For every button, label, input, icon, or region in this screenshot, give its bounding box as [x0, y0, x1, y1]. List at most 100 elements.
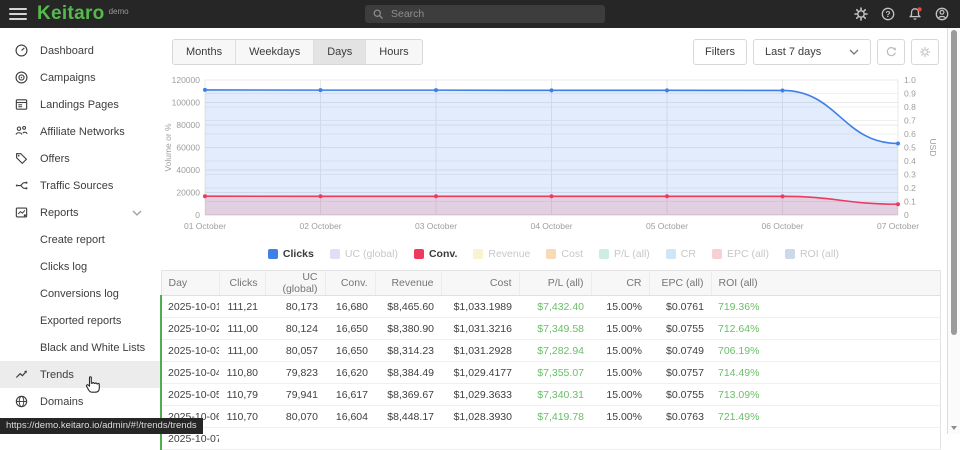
legend-swatch [785, 249, 795, 259]
search-input[interactable] [391, 8, 581, 20]
scrollbar-thumb[interactable] [951, 30, 957, 335]
sidebar: Dashboard Campaigns Landings Pages Affil… [0, 28, 160, 434]
legend-item[interactable]: ROI (all) [785, 248, 839, 260]
table-cell: $1,031.2928 [441, 340, 519, 362]
sidebar-label: Offers [40, 153, 70, 165]
reports-chart-icon [14, 205, 29, 220]
refresh-button[interactable] [877, 39, 905, 65]
table-cell: 15.00% [591, 340, 649, 362]
chart-settings-button[interactable] [911, 39, 939, 65]
column-header[interactable]: Cost [441, 271, 519, 296]
column-header[interactable]: P/L (all) [519, 271, 591, 296]
legend-item[interactable]: Revenue [473, 248, 530, 260]
table-cell: 714.49% [711, 362, 941, 384]
tab-weekdays[interactable]: Weekdays [235, 40, 313, 64]
window-scrollbar[interactable] [948, 28, 960, 434]
table-row: 2025-10-04110,8079,82316,620$8,384.49$1,… [161, 362, 941, 384]
svg-text:0: 0 [904, 210, 909, 220]
tab-days[interactable]: Days [313, 40, 365, 64]
tab-hours[interactable]: Hours [365, 40, 421, 64]
date-range-select[interactable]: Last 7 days [753, 39, 871, 65]
sidebar-item-create-report[interactable]: Create report [0, 226, 160, 253]
sidebar-item-traffic-sources[interactable]: Traffic Sources [0, 172, 160, 199]
table-cell: $8,380.90 [375, 318, 441, 340]
table-body: 2025-10-01111,2180,17316,680$8,465.60$1,… [161, 296, 941, 450]
svg-text:0.9: 0.9 [904, 89, 916, 99]
table-cell: 16,650 [325, 340, 375, 362]
column-header[interactable]: UC (global) [265, 271, 325, 296]
svg-text:05 October: 05 October [646, 221, 688, 231]
table-cell: 111,00 [219, 340, 265, 362]
table-cell: 2025-10-01 [161, 296, 219, 318]
legend-item[interactable]: Cost [546, 248, 583, 260]
app-logo: Keitaro [37, 3, 105, 25]
sidebar-item-exported-reports[interactable]: Exported reports [0, 307, 160, 334]
campaigns-target-icon [14, 70, 29, 85]
sidebar-item-domains[interactable]: Domains [0, 388, 160, 415]
column-header[interactable]: Revenue [375, 271, 441, 296]
notifications-bell-icon[interactable] [907, 6, 923, 22]
table-row: 2025-10-07 [161, 428, 941, 450]
table-cell: $1,029.4177 [441, 362, 519, 384]
sidebar-item-landings-pages[interactable]: Landings Pages [0, 91, 160, 118]
svg-text:Volume or %: Volume or % [163, 123, 173, 172]
user-account-icon[interactable] [934, 6, 950, 22]
filters-button[interactable]: Filters [693, 39, 747, 65]
table-header-row: DayClicksUC (global)Conv.RevenueCostP/L … [161, 271, 941, 296]
tab-months[interactable]: Months [173, 40, 235, 64]
column-header[interactable]: EPC (all) [649, 271, 711, 296]
table-cell: $0.0755 [649, 384, 711, 406]
legend-label: Clicks [283, 248, 314, 260]
legend-item[interactable]: Clicks [268, 248, 314, 260]
table-cell: $7,355.07 [519, 362, 591, 384]
table-cell: 79,823 [265, 362, 325, 384]
column-header[interactable]: Conv. [325, 271, 375, 296]
scroll-down-arrow[interactable] [951, 426, 957, 430]
legend-item[interactable]: CR [666, 248, 696, 260]
svg-text:0.6: 0.6 [904, 129, 916, 139]
settings-icon[interactable] [853, 6, 869, 22]
column-header[interactable]: Clicks [219, 271, 265, 296]
column-header[interactable]: CR [591, 271, 649, 296]
legend-swatch [712, 249, 722, 259]
sidebar-item-clicks-log[interactable]: Clicks log [0, 253, 160, 280]
sidebar-item-black-white-lists[interactable]: Black and White Lists [0, 334, 160, 361]
notification-badge [918, 7, 922, 11]
chart-legend: Clicks UC (global) Conv. Revenue Cost P/L (al… [160, 246, 947, 262]
help-icon[interactable]: ? [880, 6, 896, 22]
date-range-value: Last 7 days [765, 46, 821, 58]
legend-label: EPC (all) [727, 248, 769, 260]
search-bar[interactable] [365, 5, 605, 23]
legend-label: Revenue [488, 248, 530, 260]
table-cell: 110,79 [219, 384, 265, 406]
svg-text:?: ? [885, 9, 890, 19]
table-cell: 80,173 [265, 296, 325, 318]
trends-chart[interactable]: 01 October02 October03 October04 October… [160, 72, 940, 237]
column-header[interactable]: Day [161, 271, 219, 296]
table-cell: $8,384.49 [375, 362, 441, 384]
svg-text:02 October: 02 October [299, 221, 341, 231]
legend-item[interactable]: UC (global) [330, 248, 398, 260]
sidebar-item-conversions-log[interactable]: Conversions log [0, 280, 160, 307]
table-cell [325, 428, 375, 450]
sidebar-item-trends[interactable]: Trends [0, 361, 160, 388]
legend-label: P/L (all) [614, 248, 650, 260]
legend-item[interactable]: Conv. [414, 248, 457, 260]
table-cell: 712.64% [711, 318, 941, 340]
sidebar-item-reports[interactable]: Reports [0, 199, 160, 226]
table-cell [591, 428, 649, 450]
table-cell: 110,80 [219, 362, 265, 384]
sidebar-item-affiliate-networks[interactable]: Affiliate Networks [0, 118, 160, 145]
table-cell: 15.00% [591, 318, 649, 340]
sidebar-label: Exported reports [40, 315, 121, 327]
svg-text:1.0: 1.0 [904, 75, 916, 85]
legend-item[interactable]: EPC (all) [712, 248, 769, 260]
legend-item[interactable]: P/L (all) [599, 248, 650, 260]
sidebar-item-dashboard[interactable]: Dashboard [0, 37, 160, 64]
menu-icon[interactable] [9, 8, 27, 20]
trends-arrow-icon [14, 367, 29, 382]
column-header[interactable]: ROI (all) [711, 271, 941, 296]
sidebar-item-campaigns[interactable]: Campaigns [0, 64, 160, 91]
sidebar-item-offers[interactable]: Offers [0, 145, 160, 172]
legend-swatch [330, 249, 340, 259]
